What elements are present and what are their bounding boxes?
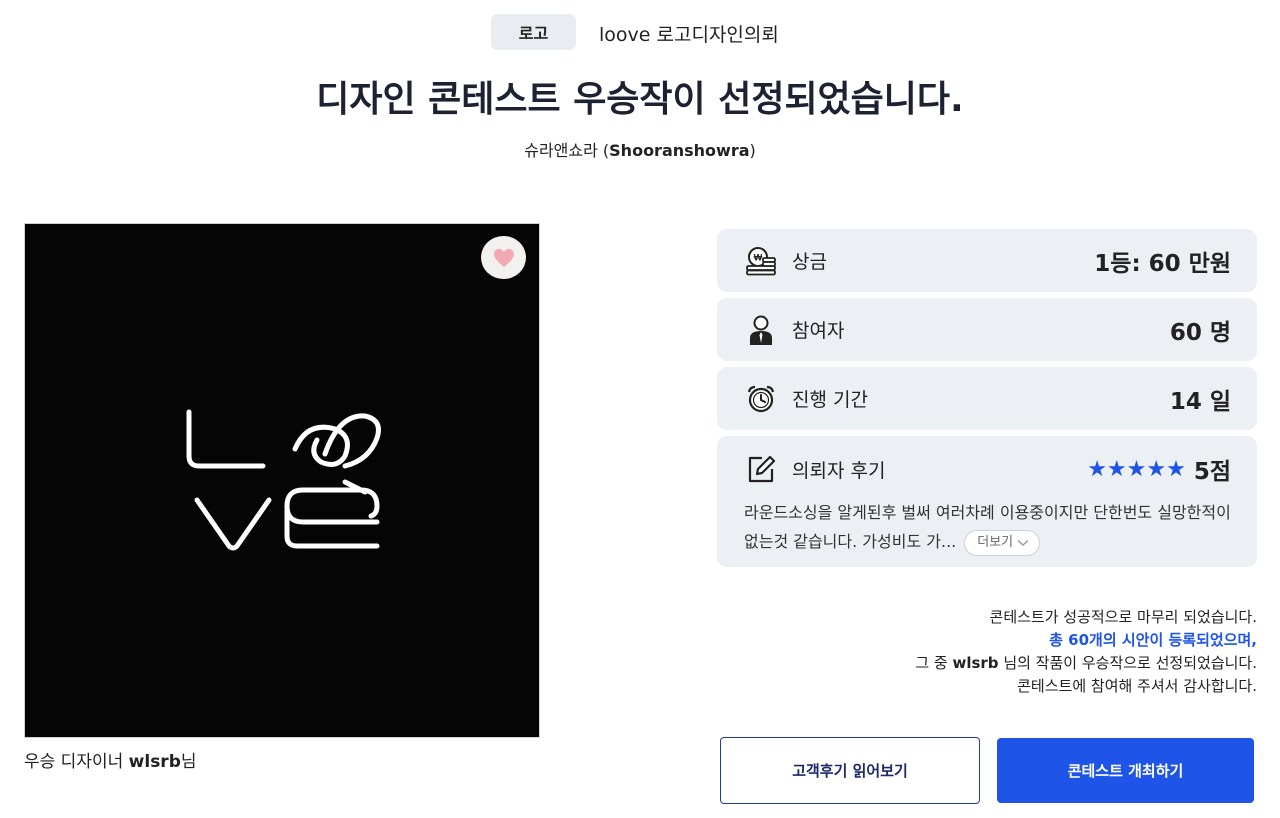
participants-label: 참여자 — [792, 320, 845, 342]
duration-value: 14 일 — [1169, 388, 1231, 415]
like-button[interactable] — [481, 236, 526, 279]
duration-card: 진행 기간 14 일 — [717, 367, 1257, 430]
prize-card: ₩ 상금 1등: 60 만원 — [717, 229, 1257, 292]
contest-summary: 콘테스트가 성공적으로 마무리 되었습니다. 총 60개의 시안이 등록되었으며… — [915, 608, 1257, 695]
winning-logo-image[interactable] — [24, 223, 540, 738]
rating-stars: ★★★★★ — [1087, 456, 1186, 482]
host-contest-button[interactable]: 콘테스트 개최하기 — [997, 738, 1254, 803]
prize-label: 상금 — [792, 251, 827, 273]
client-review-card: 의뢰자 후기 ★★★★★ 5점 라운드소싱을 알게된후 벌써 여러차례 이용중이… — [717, 436, 1257, 567]
heart-icon — [493, 248, 514, 267]
edit-note-icon — [744, 452, 778, 486]
participants-card: 참여자 60 명 — [717, 298, 1257, 361]
page-headline: 디자인 콘테스트 우승작이 선정되었습니다. — [316, 79, 964, 120]
duration-label: 진행 기간 — [792, 389, 868, 411]
winner-designer-name[interactable]: wlsrb — [129, 752, 181, 772]
contest-title: loove 로고디자인의뢰 — [599, 24, 779, 46]
chevron-down-icon — [1017, 539, 1029, 546]
alarm-clock-icon — [744, 382, 778, 416]
rating-score: 5점 — [1193, 459, 1231, 485]
prize-money-icon: ₩ — [744, 244, 778, 278]
more-button[interactable]: 더보기 — [964, 529, 1041, 556]
svg-text:₩: ₩ — [754, 252, 763, 262]
read-reviews-button[interactable]: 고객후기 읽어보기 — [720, 737, 980, 804]
participants-value: 60 명 — [1169, 319, 1231, 346]
prize-value: 1등: 60 만원 — [1094, 250, 1231, 277]
person-icon — [744, 313, 778, 347]
review-label: 의뢰자 후기 — [792, 459, 886, 482]
loove-logo-artwork — [186, 409, 381, 551]
client-name: 슈라앤쇼라 (Shooranshowra) — [524, 141, 756, 160]
winner-caption: 우승 디자이너 wlsrb님 — [24, 752, 197, 772]
review-text: 라운드소싱을 알게된후 벌써 여러차례 이용중이지만 단한번도 실망한적이 없는… — [744, 498, 1231, 556]
category-tag[interactable]: 로고 — [491, 14, 576, 50]
